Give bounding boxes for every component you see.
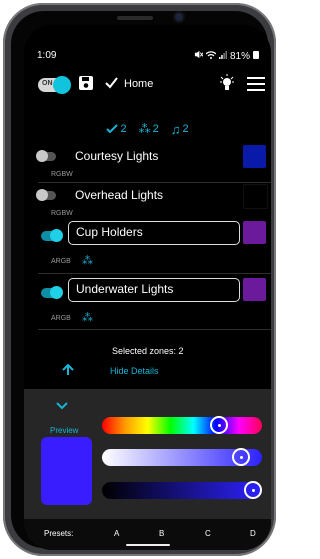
color-preview [41,437,92,505]
zone-type: RGBW [51,171,73,178]
zone-row: Underwater Lights ARGB ⁂ [24,278,271,328]
preset-a-button[interactable]: A [114,529,119,538]
zone-row: Cup Holders ARGB ⁂ [24,221,271,271]
status-bar: 1:09 81% [24,47,271,67]
zone-toggle[interactable] [36,150,56,162]
zone-name: Cup Holders [76,225,143,239]
selected-zones-text: Selected zones: 2 [112,346,184,356]
effect-icon[interactable]: ⁂ [82,254,93,267]
zone-color-swatch[interactable] [243,145,266,168]
checked-count[interactable]: 2 [106,119,127,139]
power-toggle-label: ON [42,80,53,87]
zone-name-field[interactable]: Underwater Lights [68,278,240,302]
zone-color-swatch[interactable] [243,278,266,301]
zone-counts: 2 ⁂ 2 ♫ 2 [24,119,271,139]
zone-toggle[interactable] [41,229,63,242]
hue-slider[interactable] [102,416,262,434]
check-count-icon [106,124,119,134]
battery-percent: 81% [229,50,250,62]
hide-details-button[interactable]: Hide Details [110,366,159,376]
status-icons: 81% [194,50,259,62]
saturation-slider-thumb[interactable] [232,448,251,466]
power-toggle[interactable]: ON [38,76,71,94]
menu-icon[interactable] [247,77,265,96]
saturation-slider[interactable] [102,448,262,466]
sparkle-icon: ⁂ [138,122,151,136]
zone-row: Overhead Lights RGBW [24,184,271,224]
divider [38,273,271,274]
chevron-down-icon[interactable] [56,402,68,413]
presets-label: Presets: [44,529,74,538]
preset-c-button[interactable]: C [205,529,211,538]
zone-name[interactable]: Courtesy Lights [75,149,158,163]
divider [38,182,271,183]
power-toggle-knob [53,76,71,94]
zone-name: Underwater Lights [76,282,174,296]
divider [38,329,271,330]
zone-color-swatch[interactable] [243,221,266,244]
up-arrow-icon[interactable] [62,363,74,379]
zone-toggle[interactable] [36,189,56,201]
home-indicator [126,544,170,546]
preset-b-button[interactable]: B [159,529,164,538]
save-icon[interactable] [78,75,94,96]
music-count[interactable]: ♫ 2 [171,119,189,139]
phone-frame: 1:09 81% ON Home 2 ⁂ 2 ♫ 2 Courtesy Ligh… [3,3,276,556]
zone-type: ARGB [51,315,71,322]
zone-color-swatch[interactable] [243,184,268,209]
zone-type: RGBW [51,210,73,217]
zone-row: Courtesy Lights RGBW [24,145,271,185]
battery-icon [253,50,259,62]
zone-type: ARGB [51,258,71,265]
lightbulb-icon[interactable] [220,74,234,97]
preset-d-button[interactable]: D [250,529,256,538]
check-icon[interactable] [104,75,119,95]
effects-count[interactable]: ⁂ 2 [139,119,159,139]
app-bar: ON Home [24,69,271,101]
front-camera [175,13,183,21]
page-title: Home [124,78,154,90]
hue-slider-thumb[interactable] [209,416,228,434]
presets-bar: Presets: A B C D [24,519,271,550]
brightness-slider[interactable] [102,481,262,499]
zone-name[interactable]: Overhead Lights [75,188,163,202]
phone-bezel: 1:09 81% ON Home 2 ⁂ 2 ♫ 2 Courtesy Ligh… [11,11,271,550]
music-note-icon: ♫ [170,121,181,137]
speaker-grille [117,16,153,20]
color-panel: Preview [24,389,271,519]
signal-icon [218,50,227,62]
brightness-slider-thumb[interactable] [244,481,262,499]
preview-label: Preview [50,426,79,435]
zone-name-field[interactable]: Cup Holders [68,221,240,245]
wifi-icon [205,50,217,62]
app-screen: 1:09 81% ON Home 2 ⁂ 2 ♫ 2 Courtesy Ligh… [24,25,271,550]
zone-toggle[interactable] [41,286,63,299]
status-time: 1:09 [37,50,57,61]
effect-icon[interactable]: ⁂ [82,311,93,324]
mute-icon [194,50,204,62]
